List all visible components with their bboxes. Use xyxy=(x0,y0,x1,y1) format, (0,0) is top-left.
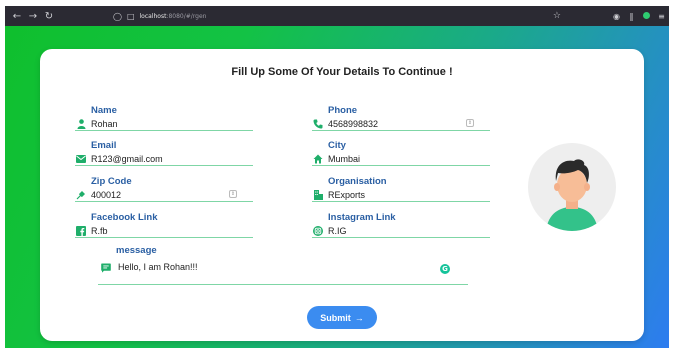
number-spinner[interactable]: ⇕ xyxy=(466,119,474,127)
extension-icon[interactable] xyxy=(639,11,654,21)
message-icon xyxy=(100,262,112,274)
url-bar[interactable]: ◯ □ localhost:8080/#/rgen xyxy=(113,6,206,26)
phone-input[interactable]: 4568998832 ⇕ xyxy=(312,117,490,131)
email-label: Email xyxy=(91,140,117,151)
organisation-label: Organisation xyxy=(328,176,387,187)
organisation-field: Organisation RExports xyxy=(312,176,490,202)
avatar xyxy=(528,143,616,231)
user-icon xyxy=(75,118,87,130)
email-input[interactable]: R123@gmail.com xyxy=(75,152,253,166)
instagram-icon xyxy=(312,225,324,237)
pocket-icon[interactable]: ◉ xyxy=(609,12,624,21)
reload-icon[interactable]: ↻ xyxy=(41,11,57,22)
email-field: Email R123@gmail.com xyxy=(75,140,253,166)
arrow-right-icon: → xyxy=(354,312,364,323)
library-icon[interactable]: ‖ xyxy=(624,12,639,21)
instagram-link-label: Instagram Link xyxy=(328,212,396,223)
message-textarea[interactable]: Hello, I am Rohan!!! G xyxy=(98,257,468,285)
message-field: message Hello, I am Rohan!!! G xyxy=(98,245,468,285)
building-icon xyxy=(312,189,324,201)
zip-code-label: Zip Code xyxy=(91,176,132,187)
shield-icon: ◯ xyxy=(113,11,122,21)
submit-button[interactable]: Submit → xyxy=(307,306,377,329)
facebook-link-field: Facebook Link R.fb xyxy=(75,212,253,238)
organisation-input[interactable]: RExports xyxy=(312,188,490,202)
name-field: Name Rohan xyxy=(75,105,253,131)
zip-code-field: Zip Code 400012 ⇕ xyxy=(75,176,253,202)
city-input[interactable]: Mumbai xyxy=(312,152,490,166)
phone-label: Phone xyxy=(328,105,358,116)
number-spinner[interactable]: ⇕ xyxy=(229,190,237,198)
phone-icon xyxy=(312,118,324,130)
avatar-illustration xyxy=(546,159,598,231)
facebook-link-label: Facebook Link xyxy=(91,212,158,223)
pin-icon xyxy=(75,189,87,201)
name-label: Name xyxy=(91,105,117,116)
zip-code-input[interactable]: 400012 ⇕ xyxy=(75,188,253,202)
facebook-link-input[interactable]: R.fb xyxy=(75,224,253,238)
page-icon: □ xyxy=(126,11,135,21)
menu-icon[interactable]: ≡ xyxy=(654,12,669,21)
message-label: message xyxy=(116,245,157,256)
facebook-icon xyxy=(75,225,87,237)
page-title: Fill Up Some Of Your Details To Continue… xyxy=(231,66,453,78)
name-input[interactable]: Rohan xyxy=(75,117,253,131)
toolbar-right: ◉ ‖ ≡ xyxy=(609,6,669,26)
email-icon xyxy=(75,153,87,165)
browser-toolbar: ← → ↻ ◯ □ localhost:8080/#/rgen ☆ ◉ ‖ ≡ xyxy=(5,6,669,26)
home-icon xyxy=(312,153,324,165)
forward-icon[interactable]: → xyxy=(25,11,41,22)
city-label: City xyxy=(328,140,346,151)
back-icon[interactable]: ← xyxy=(9,11,25,22)
url-text: localhost:8080/#/rgen xyxy=(139,12,207,20)
star-icon[interactable]: ☆ xyxy=(553,11,561,21)
instagram-link-input[interactable]: R.IG xyxy=(312,224,490,238)
details-card: Fill Up Some Of Your Details To Continue… xyxy=(40,49,644,341)
grammarly-icon[interactable]: G xyxy=(440,264,450,274)
phone-field: Phone 4568998832 ⇕ xyxy=(312,105,490,131)
city-field: City Mumbai xyxy=(312,140,490,166)
instagram-link-field: Instagram Link R.IG xyxy=(312,212,490,238)
